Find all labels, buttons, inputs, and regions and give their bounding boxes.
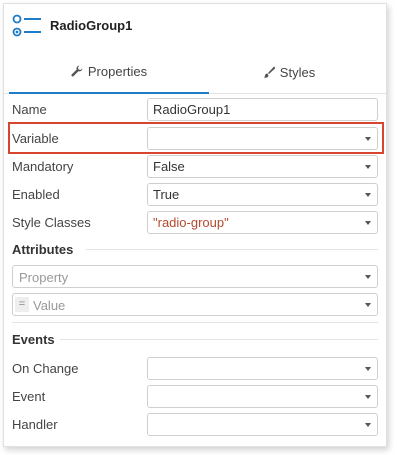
- mandatory-select[interactable]: False: [147, 155, 378, 178]
- radio-group-icon: [12, 14, 41, 37]
- panel-header: RadioGroup1: [4, 4, 386, 48]
- chevron-down-icon: [365, 193, 371, 197]
- tab-styles-label: Styles: [279, 64, 316, 80]
- attribute-property-placeholder: Property: [19, 270, 69, 285]
- chevron-down-icon: [365, 303, 371, 307]
- name-field[interactable]: RadioGroup1: [147, 98, 378, 121]
- chevron-down-icon: [365, 395, 371, 399]
- enabled-label: Enabled: [12, 187, 60, 202]
- name-label: Name: [12, 102, 47, 117]
- event-row-handler: Handler: [4, 411, 386, 437]
- tab-properties-label: Properties: [87, 63, 148, 79]
- property-row-style-classes: Style Classes "radio-group": [4, 209, 386, 235]
- variable-label: Variable: [12, 131, 59, 146]
- mandatory-value: False: [153, 159, 185, 174]
- chevron-down-icon: [365, 137, 371, 141]
- on-change-label: On Change: [12, 361, 79, 376]
- tab-properties[interactable]: Properties: [9, 50, 209, 94]
- enabled-select[interactable]: True: [147, 183, 378, 206]
- property-row-enabled: Enabled True: [4, 181, 386, 207]
- event-row-event: Event: [4, 383, 386, 409]
- property-row-mandatory: Mandatory False: [4, 153, 386, 179]
- tab-styles[interactable]: Styles: [194, 50, 384, 94]
- attribute-property-select[interactable]: Property: [12, 265, 378, 288]
- on-change-select[interactable]: [147, 357, 378, 380]
- enabled-value: True: [153, 187, 180, 202]
- style-classes-value: "radio-group": [153, 215, 229, 230]
- chevron-down-icon: [365, 165, 371, 169]
- event-row-on-change: On Change: [4, 355, 386, 381]
- style-classes-label: Style Classes: [12, 215, 91, 230]
- attributes-section-title: Attributes: [12, 242, 74, 257]
- attribute-value-select[interactable]: = Value: [12, 293, 378, 316]
- handler-label: Handler: [12, 417, 58, 432]
- attribute-value-placeholder: Value: [33, 298, 66, 313]
- attributes-divider: [86, 249, 378, 250]
- events-divider: [60, 339, 378, 340]
- properties-panel: RadioGroup1 Properties Styles Name Radio…: [3, 3, 387, 447]
- property-row-name: Name RadioGroup1: [4, 96, 386, 122]
- attributes-bottom-divider: [12, 322, 378, 323]
- event-select[interactable]: [147, 385, 378, 408]
- chevron-down-icon: [365, 221, 371, 225]
- chevron-down-icon: [365, 423, 371, 427]
- chevron-down-icon: [365, 367, 371, 371]
- name-value: RadioGroup1: [153, 102, 231, 117]
- mandatory-label: Mandatory: [12, 159, 74, 174]
- event-label: Event: [12, 389, 46, 404]
- handler-select[interactable]: [147, 413, 378, 436]
- tab-bar: Properties Styles: [4, 50, 386, 94]
- brush-icon: [263, 66, 275, 78]
- style-classes-select[interactable]: "radio-group": [147, 211, 378, 234]
- events-section-title: Events: [12, 332, 55, 347]
- panel-title: RadioGroup1: [50, 18, 133, 33]
- chevron-down-icon: [365, 275, 371, 279]
- property-row-variable: Variable: [4, 125, 386, 151]
- variable-select[interactable]: [147, 127, 378, 150]
- equals-icon: =: [15, 297, 29, 312]
- wrench-icon: [71, 65, 83, 77]
